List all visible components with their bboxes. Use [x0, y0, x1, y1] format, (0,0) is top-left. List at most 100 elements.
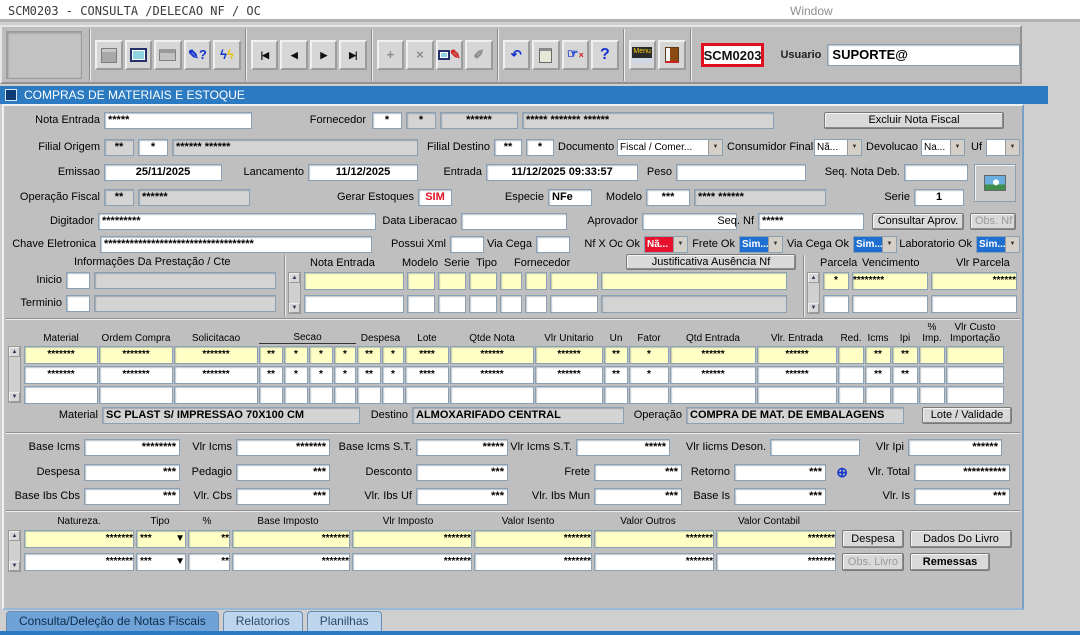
fornecedor-code1-input[interactable]: * [372, 112, 402, 129]
valor-contabil-cell[interactable]: ******* [716, 530, 836, 548]
vlr-cbs-input[interactable]: *** [236, 488, 330, 505]
base-imposto-cell[interactable]: ******* [232, 553, 350, 571]
valor-outros-cell[interactable]: ******* [594, 553, 714, 571]
vlr-parcela-cell[interactable]: ****** [931, 272, 1017, 290]
parcela-cell[interactable] [823, 295, 849, 313]
nf-nota-entrada-cell[interactable] [304, 295, 404, 313]
un-cell[interactable]: ** [604, 366, 628, 384]
base-icms-st-input[interactable]: ***** [416, 439, 508, 456]
nf-tipo2-cell[interactable] [500, 272, 522, 290]
frete-ok-dropdown[interactable]: Sim... ▼ [739, 236, 783, 253]
vlr-imposto-cell[interactable]: ******* [352, 530, 472, 548]
scroll-down-icon[interactable]: ▼ [9, 561, 20, 571]
tipo-dropdown[interactable]: *** ▼ [136, 530, 186, 548]
fornecedor-nome-input[interactable]: ***** ******* ****** [522, 112, 774, 129]
nf-fornecedor-cell[interactable] [550, 272, 598, 290]
emissao-input[interactable]: 25/11/2025 [104, 164, 222, 181]
delete-record-button[interactable]: × [406, 40, 434, 70]
last-record-button[interactable]: ▶| [339, 40, 367, 70]
excluir-nota-fiscal-button[interactable]: Excluir Nota Fiscal [824, 112, 1004, 129]
scroll-down-icon[interactable]: ▼ [289, 303, 300, 313]
chevron-down-icon[interactable]: ▼ [882, 237, 896, 252]
vlr-entrada-cell[interactable]: ****** [757, 366, 837, 384]
valor-isento-cell[interactable]: ******* [474, 530, 592, 548]
secao-cell[interactable]: * [284, 366, 308, 384]
clipboard-button[interactable] [532, 40, 560, 70]
vlr-imposto-cell[interactable]: ******* [352, 553, 472, 571]
menu-window[interactable]: Window [790, 4, 833, 18]
hand-button[interactable]: ☞× [562, 40, 590, 70]
uf-dropdown[interactable]: ▼ [986, 139, 1020, 156]
print-button[interactable] [154, 40, 182, 70]
qtd-entrada-cell[interactable] [670, 386, 756, 404]
terminio-desc-input[interactable] [94, 295, 276, 312]
fornecedor-code2-input[interactable]: * [406, 112, 436, 129]
red-cell[interactable] [838, 346, 864, 364]
frete-input[interactable]: *** [594, 464, 682, 481]
solicitacao-cell[interactable] [174, 386, 258, 404]
nf-modelo-cell[interactable] [407, 272, 435, 290]
base-icms-input[interactable]: ******** [84, 439, 180, 456]
secao-cell[interactable] [309, 386, 333, 404]
consultar-aprov-button[interactable]: Consultar Aprov. [872, 213, 964, 230]
despesa-cell[interactable]: * [382, 346, 404, 364]
vlr-icms-deson-input[interactable] [770, 439, 860, 456]
chevron-down-icon[interactable]: ▼ [1005, 140, 1019, 155]
secao-cell[interactable]: * [284, 346, 308, 364]
base-imposto-cell[interactable]: ******* [232, 530, 350, 548]
tipo-dropdown[interactable]: *** ▼ [136, 553, 186, 571]
despesa-cell[interactable] [357, 386, 381, 404]
detail-destino-input[interactable]: ALMOXARIFADO CENTRAL [412, 407, 624, 424]
solicitacao-cell[interactable]: ******* [174, 366, 258, 384]
base-is-input[interactable]: *** [734, 488, 826, 505]
despesa-cell[interactable]: * [382, 366, 404, 384]
detail-operacao-input[interactable]: COMPRA DE MAT. DE EMBALAGENS [686, 407, 904, 424]
despesa-cell[interactable]: ** [357, 346, 381, 364]
icms-cell[interactable] [865, 386, 891, 404]
remessas-button[interactable]: Remessas [910, 553, 990, 571]
vlr-unitario-cell[interactable]: ****** [535, 346, 603, 364]
secao-cell[interactable]: * [309, 366, 333, 384]
cancel-query-button[interactable]: ✐ [465, 40, 493, 70]
save-button[interactable] [95, 40, 123, 70]
un-cell[interactable]: ** [604, 346, 628, 364]
nf-tipo2-cell[interactable] [500, 295, 522, 313]
secao-cell[interactable]: * [334, 366, 356, 384]
scroll-down-icon[interactable]: ▼ [808, 303, 819, 313]
vlr-custo-cell[interactable] [946, 386, 1004, 404]
vencimento-cell[interactable] [852, 295, 928, 313]
justificativa-ausencia-button[interactable]: Justificativa Ausência Nf [626, 254, 796, 270]
filial-origem-nome-input[interactable]: ****** ****** [172, 139, 418, 156]
nf-tipo-cell[interactable] [469, 295, 497, 313]
pct-cell[interactable]: ** [188, 530, 230, 548]
exit-button[interactable] [658, 40, 686, 70]
nf-serie-cell[interactable] [438, 272, 466, 290]
valor-contabil-cell[interactable]: ******* [716, 553, 836, 571]
vlr-custo-cell[interactable] [946, 346, 1004, 364]
nf-x-oc-ok-dropdown[interactable]: Nã... ▼ [644, 236, 688, 253]
valor-isento-cell[interactable]: ******* [474, 553, 592, 571]
un-cell[interactable] [604, 386, 628, 404]
scroll-up-icon[interactable]: ▲ [9, 531, 20, 541]
tab-consulta-delecao[interactable]: Consulta/Deleção de Notas Fiscais [6, 611, 219, 632]
base-ibs-cbs-input[interactable]: *** [84, 488, 180, 505]
material-cell[interactable]: ******* [24, 346, 98, 364]
despesa-cell[interactable]: ** [357, 366, 381, 384]
secao-cell[interactable]: ** [259, 366, 283, 384]
chevron-down-icon[interactable]: ▼ [950, 140, 964, 155]
menu-button[interactable]: Menu [629, 40, 657, 70]
lote-cell[interactable]: **** [405, 366, 449, 384]
data-liberacao-input[interactable] [461, 213, 567, 230]
parcela-cell[interactable]: * [823, 272, 849, 290]
desconto-input[interactable]: *** [416, 464, 508, 481]
fator-cell[interactable]: * [629, 346, 669, 364]
vencimento-cell[interactable]: ******** [852, 272, 928, 290]
icms-cell[interactable]: ** [865, 346, 891, 364]
vlr-ibs-mun-input[interactable]: *** [594, 488, 682, 505]
obs-livro-button[interactable]: Obs. Livro [842, 553, 904, 571]
operacao-fiscal-2-input[interactable]: ****** [138, 189, 250, 206]
seq-nota-deb-input[interactable] [904, 164, 968, 181]
secao-cell[interactable] [259, 386, 283, 404]
especie-input[interactable]: NFe [548, 189, 592, 206]
material-cell[interactable] [24, 386, 98, 404]
